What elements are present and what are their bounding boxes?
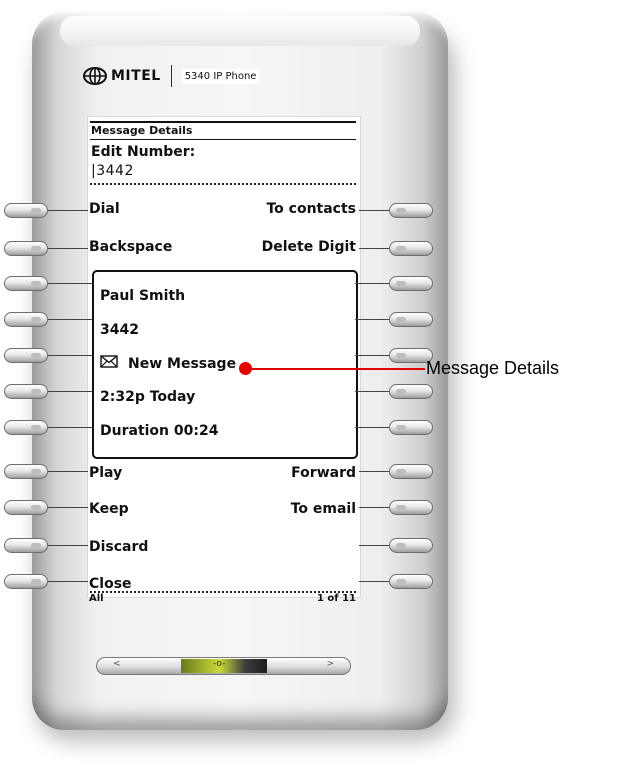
leader-line xyxy=(48,427,92,428)
divider-top xyxy=(90,183,356,185)
callout-line xyxy=(245,368,425,370)
edit-number-field[interactable]: |3442 xyxy=(91,163,134,179)
leader-line xyxy=(355,319,389,320)
screen-title: Message Details xyxy=(91,124,193,137)
callout-label: Message Details xyxy=(426,358,560,378)
softkey-discard-label: Discard xyxy=(89,539,149,555)
softkey-close-label: Close xyxy=(89,576,132,592)
nav-center-button[interactable]: -o- xyxy=(181,659,267,673)
left-softkey-3[interactable] xyxy=(4,276,48,291)
nav-left-arrow[interactable]: < xyxy=(113,659,121,669)
right-softkey-6[interactable] xyxy=(389,384,433,399)
nav-center-glyph: -o- xyxy=(213,659,226,669)
leader-line xyxy=(355,355,389,356)
phone-display: Message Details Edit Number: |3442 Dial … xyxy=(87,116,361,604)
message-details-box: Paul Smith 3442 New Message 2:32p Today … xyxy=(92,270,358,459)
left-softkey-1[interactable] xyxy=(4,203,48,218)
left-softkey-6[interactable] xyxy=(4,384,48,399)
left-softkey-11[interactable] xyxy=(4,574,48,589)
caller-number: 3442 xyxy=(100,322,139,338)
edit-number-label: Edit Number: xyxy=(91,144,196,160)
left-softkey-7[interactable] xyxy=(4,420,48,435)
left-softkey-4[interactable] xyxy=(4,312,48,327)
softkey-delete-digit-label: Delete Digit xyxy=(261,239,356,255)
nav-right-arrow[interactable]: > xyxy=(326,659,334,669)
leader-line xyxy=(355,391,389,392)
leader-line xyxy=(48,471,88,472)
leader-line xyxy=(359,581,389,582)
leader-line xyxy=(359,471,389,472)
left-softkey-8[interactable] xyxy=(4,464,48,479)
left-softkey-5[interactable] xyxy=(4,348,48,363)
left-softkey-2[interactable] xyxy=(4,241,48,256)
right-softkey-9[interactable] xyxy=(389,500,433,515)
left-softkey-9[interactable] xyxy=(4,500,48,515)
leader-line xyxy=(48,319,92,320)
caller-name: Paul Smith xyxy=(100,288,186,304)
phone-top-bezel xyxy=(60,16,420,46)
right-softkey-11[interactable] xyxy=(389,574,433,589)
right-softkey-2[interactable] xyxy=(389,241,433,256)
brand-name: MITEL xyxy=(111,68,161,84)
message-duration: Duration 00:24 xyxy=(100,423,219,439)
footer-page-indicator: 1 of 11 xyxy=(316,593,356,604)
softkey-dial-label: Dial xyxy=(89,201,120,217)
brand-header: MITEL 5340 IP Phone xyxy=(82,63,260,89)
message-time: 2:32p Today xyxy=(100,389,196,405)
right-softkey-1[interactable] xyxy=(389,203,433,218)
leader-line xyxy=(359,507,389,508)
title-bar: Message Details xyxy=(90,121,356,140)
logo-separator xyxy=(170,65,172,87)
callout-dot xyxy=(239,362,252,375)
leader-line xyxy=(355,283,389,284)
softkey-backspace-label: Backspace xyxy=(89,239,173,255)
leader-line xyxy=(48,283,92,284)
leader-line xyxy=(48,355,92,356)
leader-line xyxy=(359,210,389,211)
right-softkey-8[interactable] xyxy=(389,464,433,479)
leader-line xyxy=(359,248,389,249)
right-softkey-7[interactable] xyxy=(389,420,433,435)
leader-line xyxy=(48,507,88,508)
right-softkey-4[interactable] xyxy=(389,312,433,327)
softkey-forward-label: Forward xyxy=(291,465,356,481)
leader-line xyxy=(48,210,88,211)
leader-line xyxy=(48,391,92,392)
leader-line xyxy=(48,581,88,582)
right-softkey-3[interactable] xyxy=(389,276,433,291)
navigation-key[interactable]: < -o- > xyxy=(96,657,351,675)
right-softkey-10[interactable] xyxy=(389,538,433,553)
softkey-to-contacts-label: To contacts xyxy=(266,201,356,217)
softkey-play-label: Play xyxy=(89,465,123,481)
leader-line xyxy=(355,427,389,428)
softkey-to-email-label: To email xyxy=(290,501,356,517)
model-name: 5340 IP Phone xyxy=(181,68,260,84)
envelope-icon xyxy=(100,355,118,372)
softkey-keep-label: Keep xyxy=(89,501,129,517)
left-softkey-10[interactable] xyxy=(4,538,48,553)
leader-line xyxy=(359,545,389,546)
leader-line xyxy=(48,545,88,546)
message-status-text: New Message xyxy=(128,355,237,372)
mitel-globe-icon xyxy=(82,67,108,85)
message-status: New Message xyxy=(100,355,236,372)
leader-line xyxy=(48,248,88,249)
footer-all: All xyxy=(89,593,104,604)
